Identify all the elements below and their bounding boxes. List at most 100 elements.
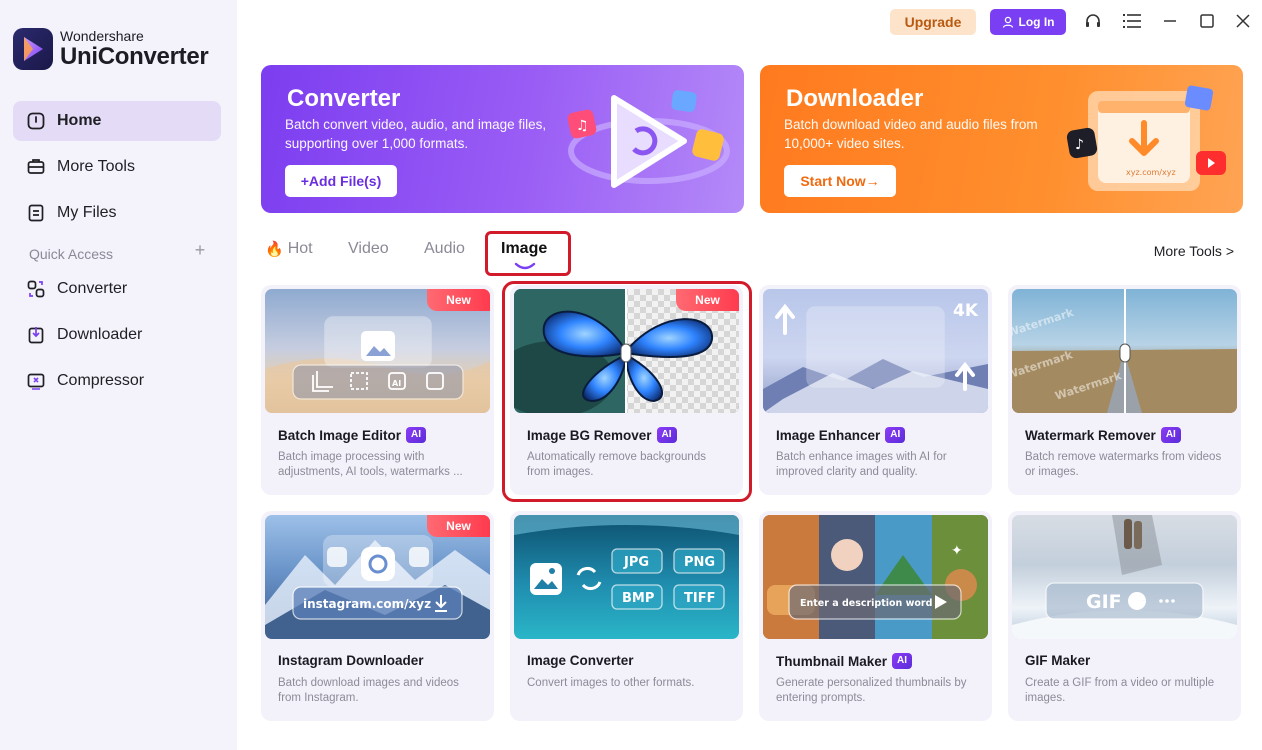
converter-banner-description: Batch convert video, audio, and image fi…: [285, 117, 547, 151]
ai-badge: AI: [892, 653, 913, 669]
ai-badge: AI: [885, 427, 906, 443]
upgrade-button[interactable]: Upgrade: [890, 9, 976, 35]
sidebar-item-label: Home: [57, 112, 102, 129]
card-instagram-downloader[interactable]: instagram.com/xyz New Instagram Download…: [261, 511, 494, 721]
card-gif-maker[interactable]: GIF GIF Maker Create a GIF from a video …: [1008, 511, 1241, 721]
card-thumbnail: GIF: [1012, 515, 1237, 639]
svg-text:✦: ✦: [951, 543, 963, 559]
new-badge: New: [427, 289, 490, 311]
sidebar-item-downloader[interactable]: Downloader: [13, 315, 221, 355]
converter-banner[interactable]: Converter Batch convert video, audio, an…: [261, 65, 744, 213]
downloader-icon: [25, 324, 47, 346]
sidebar-item-label: Converter: [57, 280, 128, 297]
close-icon[interactable]: [1231, 9, 1255, 33]
login-label: Log In: [1018, 15, 1055, 29]
tab-audio-label: Audio: [424, 240, 465, 257]
toolbox-icon: [25, 156, 47, 178]
fire-icon: 🔥: [265, 241, 284, 258]
downloader-banner-title: Downloader: [786, 85, 924, 112]
svg-text:♫: ♫: [576, 118, 589, 134]
converter-icon: [25, 278, 47, 300]
app-brand: Wondershare: [60, 28, 144, 44]
thumbnail-maker-illustration-icon: ✦ Enter a description word: [763, 515, 988, 639]
quick-access-label: Quick Access: [29, 246, 114, 262]
card-title: Thumbnail Maker: [776, 653, 888, 669]
downloader-illustration-icon: xyz.com/xyz ♪: [1066, 85, 1226, 191]
sidebar-item-label: More Tools: [57, 158, 135, 175]
login-button[interactable]: Log In: [990, 9, 1066, 35]
ai-badge: AI: [1160, 427, 1181, 443]
card-description: Batch enhance images with AI for improve…: [776, 451, 947, 478]
more-tools-link[interactable]: More Tools >: [1154, 243, 1234, 259]
add-files-button[interactable]: +Add File(s): [285, 165, 397, 197]
image-converter-illustration-icon: JPG PNG BMP TIFF: [514, 515, 739, 610]
sidebar: Wondershare UniConverter Home More Tools…: [0, 0, 237, 750]
card-thumbnail: instagram.com/xyz New: [265, 515, 490, 639]
maximize-icon[interactable]: [1195, 9, 1219, 33]
card-title: Batch Image Editor: [278, 427, 402, 443]
downloader-banner-description: Batch download video and audio files fro…: [784, 117, 1038, 151]
tab-image-highlight: [485, 231, 571, 276]
card-image-bg-remover-highlight: [502, 281, 752, 502]
prompt-input-text: Enter a description word: [800, 598, 932, 609]
card-title: Image Converter: [527, 653, 634, 668]
format-bmp: BMP: [622, 591, 654, 606]
compressor-icon: [25, 370, 47, 392]
minimize-icon[interactable]: [1158, 9, 1182, 33]
sidebar-item-home[interactable]: Home: [13, 101, 221, 141]
sidebar-item-more-tools[interactable]: More Tools: [13, 147, 221, 187]
sidebar-item-label: Compressor: [57, 372, 145, 389]
sidebar-item-compressor[interactable]: Compressor: [13, 361, 221, 401]
tab-hot[interactable]: 🔥 Hot: [265, 240, 313, 258]
sidebar-item-label: Downloader: [57, 326, 143, 343]
sidebar-item-label: My Files: [57, 204, 117, 221]
format-png: PNG: [684, 555, 715, 570]
start-now-button[interactable]: Start Now→: [784, 165, 896, 197]
quick-access-add-button[interactable]: +: [190, 240, 210, 260]
user-icon: [1002, 16, 1013, 28]
watermark-illustration-icon: Watermark Watermark Watermark: [1012, 289, 1237, 413]
enhancer-illustration-icon: 4K: [763, 301, 988, 413]
sidebar-item-my-files[interactable]: My Files: [13, 193, 221, 233]
card-title: Instagram Downloader: [278, 653, 424, 668]
card-title: Watermark Remover: [1025, 427, 1156, 443]
tab-audio[interactable]: Audio: [424, 240, 465, 258]
tab-video[interactable]: Video: [348, 240, 389, 258]
card-description: Create a GIF from a video or multiple im…: [1025, 677, 1215, 704]
card-thumbnail: JPG PNG BMP TIFF: [514, 515, 739, 639]
headset-icon[interactable]: [1081, 9, 1105, 33]
card-description: Convert images to other formats.: [527, 677, 695, 689]
svg-text:AI: AI: [392, 379, 401, 388]
card-description: Batch remove watermarks from videos or i…: [1025, 451, 1222, 478]
card-thumbnail-maker[interactable]: ✦ Enter a description word Thumbnail Mak…: [759, 511, 992, 721]
new-badge: New: [427, 515, 490, 537]
sidebar-item-converter[interactable]: Converter: [13, 269, 221, 309]
files-icon: [25, 202, 47, 224]
card-thumbnail: Watermark Watermark Watermark: [1012, 289, 1237, 413]
uniconverter-logo-icon: [13, 28, 53, 70]
card-description: Batch image processing with adjustments,…: [278, 451, 463, 478]
home-icon: [25, 110, 47, 132]
watermark-text: Watermark: [1012, 306, 1076, 340]
svg-text:♪: ♪: [1075, 137, 1084, 153]
card-image-enhancer[interactable]: 4K Image Enhancer AI Batch enhance images…: [759, 285, 992, 495]
app-title: UniConverter: [60, 43, 209, 70]
menu-icon[interactable]: [1120, 9, 1144, 33]
format-jpg: JPG: [623, 555, 649, 570]
gif-maker-illustration-icon: GIF: [1012, 515, 1237, 639]
card-image-converter[interactable]: JPG PNG BMP TIFF Image Converter Convert…: [510, 511, 743, 721]
card-title: Image Enhancer: [776, 427, 881, 443]
converter-banner-title: Converter: [287, 85, 401, 112]
tab-hot-label: Hot: [287, 240, 313, 257]
card-watermark-remover[interactable]: Watermark Watermark Watermark Watermark …: [1008, 285, 1241, 495]
gif-label: GIF: [1086, 591, 1122, 613]
enhancer-4k-label: 4K: [953, 301, 979, 321]
card-description: Batch download images and videos from In…: [278, 677, 459, 704]
card-description: Generate personalized thumbnails by ente…: [776, 677, 967, 704]
card-thumbnail: 4K: [763, 289, 988, 413]
card-thumbnail: ✦ Enter a description word: [763, 515, 988, 639]
downloader-banner[interactable]: Downloader Batch download video and audi…: [760, 65, 1243, 213]
card-batch-image-editor[interactable]: AI New Batch Image Editor AI Batch image …: [261, 285, 494, 495]
card-title: GIF Maker: [1025, 653, 1091, 668]
tab-video-label: Video: [348, 240, 389, 257]
